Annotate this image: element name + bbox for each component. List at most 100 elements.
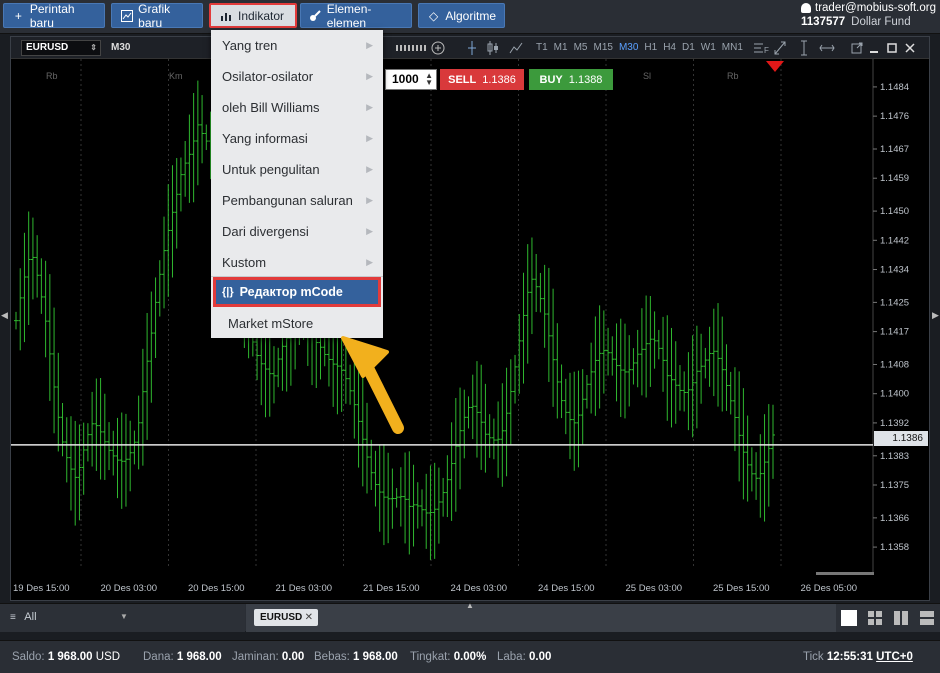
left-collapse-icon[interactable]: ◀ (1, 310, 8, 321)
y-tick-label: 1.1459 (880, 173, 909, 184)
new-order-label: Perintah baru (29, 1, 75, 30)
elements-button[interactable]: Elemen-elemen (300, 1, 412, 30)
y-tick-label: 1.1392 (880, 418, 909, 429)
menu-item-informational[interactable]: Yang informasi ▶ (211, 123, 383, 154)
price-chart[interactable]: 1.1484 1.1476 1.1467 1.1459 1.1450 1.1442 1.14… (11, 59, 929, 600)
chevron-right-icon: ▶ (366, 133, 373, 143)
y-tick-label: 1.1476 (880, 111, 909, 122)
sell-button[interactable]: SELL 1.1386 (440, 69, 524, 90)
timezone[interactable]: UTC+0 (876, 651, 913, 663)
symbol-select[interactable]: EURUSD ⇕ (21, 40, 101, 56)
menu-item-label: Dari divergensi (222, 224, 309, 239)
menu-item-custom[interactable]: Kustom ▶ (211, 247, 383, 278)
svg-text:F: F (764, 46, 769, 55)
tf-h1[interactable]: H1 (644, 42, 657, 53)
layout-columns-icon[interactable] (893, 610, 909, 626)
level-label: Tingkat: (410, 651, 451, 663)
x-tick-label: 21 Des 15:00 (363, 583, 420, 594)
crosshair-icon[interactable] (466, 40, 478, 59)
status-bar: Saldo: 1 968.00 USD Dana: 1 968.00 Jamin… (0, 640, 940, 673)
buy-button[interactable]: BUY 1.1388 (529, 69, 613, 90)
y-tick-label: 1.1425 (880, 297, 909, 308)
x-tick-label: 25 Des 03:00 (626, 583, 683, 594)
equity-label: Dana: (143, 651, 174, 663)
balance-label: Saldo: (12, 651, 45, 663)
tf-m15[interactable]: M15 (593, 42, 612, 53)
day-label: Sl (643, 71, 651, 81)
chevron-right-icon: ▶ (366, 257, 373, 267)
mcode-editor-item[interactable]: {|} Редактор mCode (213, 277, 381, 307)
close-icon[interactable]: ✕ (305, 609, 313, 626)
menu-item-bill-williams[interactable]: oleh Bill Williams ▶ (211, 92, 383, 123)
tf-m1[interactable]: M1 (554, 42, 568, 53)
expand-diagonal-icon[interactable] (773, 40, 787, 59)
chart-window[interactable]: EURUSD ⇕ M30 T1 M1 M5 M15 M30 H1 H4 D1 W… (10, 36, 930, 601)
tf-d1[interactable]: D1 (682, 42, 695, 53)
tf-m5[interactable]: M5 (574, 42, 588, 53)
menu-item-label: Yang tren (222, 38, 278, 53)
sell-price: 1.1386 (482, 73, 516, 86)
menu-item-label: oleh Bill Williams (222, 100, 320, 115)
y-tick-label: 1.1358 (880, 542, 909, 553)
tf-h4[interactable]: H4 (663, 42, 676, 53)
filter-label: All (24, 611, 37, 623)
menu-item-trend[interactable]: Yang tren ▶ (211, 30, 383, 61)
chevron-right-icon: ▶ (366, 164, 373, 174)
tf-t1[interactable]: T1 (536, 42, 548, 53)
collapse-up-icon[interactable]: ▲ (466, 601, 474, 610)
balance-currency: USD (95, 651, 121, 663)
new-order-button[interactable]: + Perintah baru (3, 1, 105, 30)
current-time-marker-icon (766, 61, 784, 72)
spinner-icon[interactable]: ▲ ▼ (425, 72, 433, 87)
equity-value: 1 968.00 (176, 651, 222, 663)
menu-item-label: Osilator-osilator (222, 69, 314, 84)
algorithms-button[interactable]: ◇ Algoritme (418, 3, 505, 28)
close-icon[interactable] (905, 40, 915, 59)
popout-icon[interactable] (851, 40, 863, 59)
clock-status: Tick 12:55:31 UTC+0 (803, 651, 913, 663)
candles-icon[interactable] (486, 40, 500, 59)
level-value: 0.00% (453, 651, 487, 663)
chart-tabs: EURUSD ✕ ▲ (246, 601, 836, 632)
balance-status: Saldo: 1 968.00 USD (12, 651, 120, 663)
quantity-input[interactable]: 1000 ▲ ▼ (385, 69, 437, 90)
account-info[interactable]: trader@mobius-soft.org 1137577 Dollar Fun… (801, 0, 936, 32)
layout-single-icon[interactable] (841, 610, 857, 626)
layout-rows-icon[interactable] (919, 610, 935, 626)
menu-item-scalping[interactable]: Untuk pengulitan ▶ (211, 154, 383, 185)
horizontal-scrollbar (816, 572, 874, 575)
new-chart-button[interactable]: Grafik baru (111, 2, 203, 30)
layout-switcher (836, 604, 940, 632)
minimize-icon[interactable] (869, 40, 879, 59)
y-tick-label: 1.1484 (880, 82, 909, 93)
y-tick-label: 1.1383 (880, 451, 909, 462)
layout-grid-icon[interactable] (867, 610, 883, 626)
indicators-button[interactable]: Indikator (209, 3, 297, 28)
right-collapse-icon[interactable]: ▶ (932, 310, 939, 321)
y-tick-label: 1.1417 (880, 327, 909, 338)
vertical-scale-icon[interactable] (799, 40, 809, 59)
line-chart-icon[interactable] (509, 40, 523, 59)
tf-mn1[interactable]: MN1 (722, 42, 743, 53)
x-tick-label: 25 Des 15:00 (713, 583, 770, 594)
menu-item-divergence[interactable]: Dari divergensi ▶ (211, 216, 383, 247)
indicator-list-icon[interactable]: F (753, 40, 769, 59)
zoom-slider[interactable] (396, 40, 466, 59)
day-label: Rb (727, 71, 739, 81)
menu-item-oscillators[interactable]: Osilator-osilator ▶ (211, 61, 383, 92)
balance-value: 1 968.00 (47, 651, 93, 663)
mcode-editor-label: Редактор mCode (239, 285, 343, 299)
tf-w1[interactable]: W1 (701, 42, 716, 53)
margin-label: Jaminan: (232, 651, 279, 663)
elements-label: Elemen-elemen (326, 1, 372, 30)
plus-icon: + (14, 8, 22, 23)
menu-item-channels[interactable]: Pembangunan saluran ▶ (211, 185, 383, 216)
margin-value: 0.00 (281, 651, 305, 663)
sell-label: SELL (448, 73, 477, 86)
horizontal-scale-icon[interactable] (819, 40, 835, 59)
timeframe-label: M30 (111, 42, 131, 53)
maximize-icon[interactable] (887, 40, 897, 59)
filter-select[interactable]: ≡ All ▼ (0, 604, 245, 632)
tab-eurusd[interactable]: EURUSD ✕ (254, 609, 318, 626)
tf-m30[interactable]: M30 (619, 42, 638, 53)
